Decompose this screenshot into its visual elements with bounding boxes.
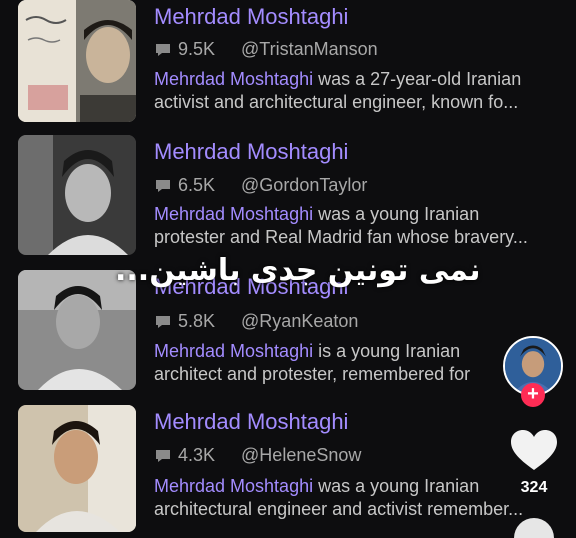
- description-highlight: Mehrdad Moshtaghi: [154, 341, 314, 361]
- author-handle[interactable]: @RyanKeaton: [241, 311, 358, 332]
- description-highlight: Mehrdad Moshtaghi: [154, 476, 314, 496]
- result-meta: 5.8K @RyanKeaton: [154, 311, 358, 332]
- result-description[interactable]: Mehrdad Moshtaghi was a young Iranian ar…: [154, 475, 554, 521]
- description-text: is a young Iranian: [313, 341, 461, 361]
- result-thumbnail[interactable]: [18, 270, 136, 390]
- creator-avatar-group[interactable]: +: [503, 336, 563, 407]
- comment-bubble-icon: [156, 43, 170, 56]
- result-meta: 4.3K @HeleneSnow: [154, 445, 361, 466]
- overlay-caption: نمی تونین جدی باشین...: [115, 253, 481, 288]
- author-handle[interactable]: @TristanManson: [241, 39, 378, 60]
- view-count: 4.3K: [178, 445, 216, 465]
- description-text: was a young Iranian: [313, 476, 480, 496]
- author-handle[interactable]: @HeleneSnow: [241, 445, 361, 466]
- result-title[interactable]: Mehrdad Moshtaghi: [154, 409, 348, 435]
- description-text: architect and protester, remembered for: [154, 364, 471, 384]
- result-meta: 9.5K @TristanManson: [154, 39, 378, 60]
- description-highlight: Mehrdad Moshtaghi: [154, 69, 314, 89]
- result-thumbnail[interactable]: [18, 0, 136, 122]
- result-meta: 6.5K @GordonTaylor: [154, 175, 367, 196]
- author-handle[interactable]: @GordonTaylor: [241, 175, 367, 196]
- description-text: architectural engineer and activist reme…: [154, 499, 524, 519]
- result-title[interactable]: Mehrdad Moshtaghi: [154, 4, 348, 30]
- result-thumbnail[interactable]: [18, 405, 136, 532]
- result-description[interactable]: Mehrdad Moshtaghi is a young Iranian arc…: [154, 340, 554, 386]
- description-text: was a young Iranian: [313, 204, 480, 224]
- heart-icon[interactable]: [511, 430, 557, 472]
- follow-button[interactable]: +: [521, 383, 545, 407]
- view-count: 5.8K: [178, 311, 216, 331]
- view-count: 6.5K: [178, 175, 216, 195]
- description-text: was a 27-year-old Iranian: [313, 69, 522, 89]
- description-text: activist and architectural engineer, kno…: [154, 92, 519, 112]
- like-count: 324: [520, 479, 548, 496]
- result-description[interactable]: Mehrdad Moshtaghi was a young Iranian pr…: [154, 203, 554, 249]
- comment-bubble-icon: [156, 315, 170, 328]
- result-title[interactable]: Mehrdad Moshtaghi: [154, 139, 348, 165]
- result-thumbnail[interactable]: [18, 135, 136, 255]
- like-button[interactable]: 324: [509, 430, 559, 497]
- description-text: protester and Real Madrid fan whose brav…: [154, 227, 528, 247]
- result-description[interactable]: Mehrdad Moshtaghi was a 27-year-old Iran…: [154, 68, 554, 114]
- comment-bubble-icon: [156, 449, 170, 462]
- description-highlight: Mehrdad Moshtaghi: [154, 204, 314, 224]
- view-count: 9.5K: [178, 39, 216, 59]
- comment-bubble-icon: [156, 179, 170, 192]
